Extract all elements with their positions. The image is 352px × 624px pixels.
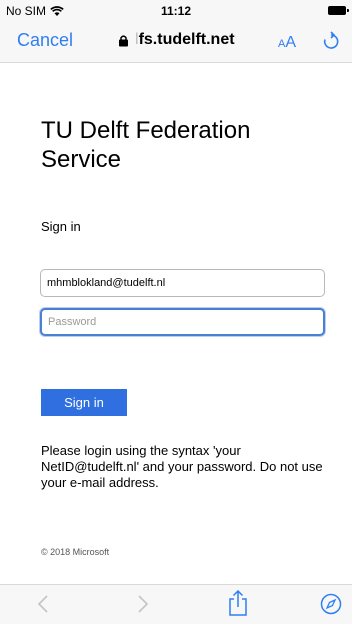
page-title: TU Delft Federation Service [41, 117, 251, 173]
password-field[interactable] [40, 308, 325, 336]
share-icon[interactable] [228, 590, 248, 616]
url-text: lfs.tudelft.net [135, 31, 235, 49]
safari-toolbar [0, 584, 352, 624]
url-bar[interactable]: lfs.tudelft.net [118, 31, 235, 49]
compass-icon[interactable] [320, 593, 342, 615]
help-text: Please login using the syntax 'your NetI… [41, 443, 323, 490]
web-content: TU Delft Federation Service Sign in Sign… [0, 63, 352, 584]
forward-icon[interactable] [136, 594, 150, 614]
reload-icon[interactable] [322, 31, 340, 51]
email-field[interactable] [40, 269, 325, 297]
cancel-button[interactable]: Cancel [17, 30, 73, 51]
status-time: 11:12 [160, 4, 192, 18]
url-domain: fs.tudelft.net [138, 31, 235, 48]
nav-bar: Cancel lfs.tudelft.net AA [0, 22, 352, 63]
lock-icon [119, 34, 128, 46]
sign-in-heading: Sign in [41, 219, 81, 234]
text-size-large: A [285, 34, 297, 51]
status-bar: No SIM 11:12 [0, 0, 352, 22]
sign-in-button[interactable]: Sign in [41, 389, 127, 416]
back-icon[interactable] [36, 594, 50, 614]
text-size-button[interactable]: AA [278, 34, 296, 52]
battery-icon [328, 6, 349, 15]
copyright-text: © 2018 Microsoft [41, 547, 110, 557]
